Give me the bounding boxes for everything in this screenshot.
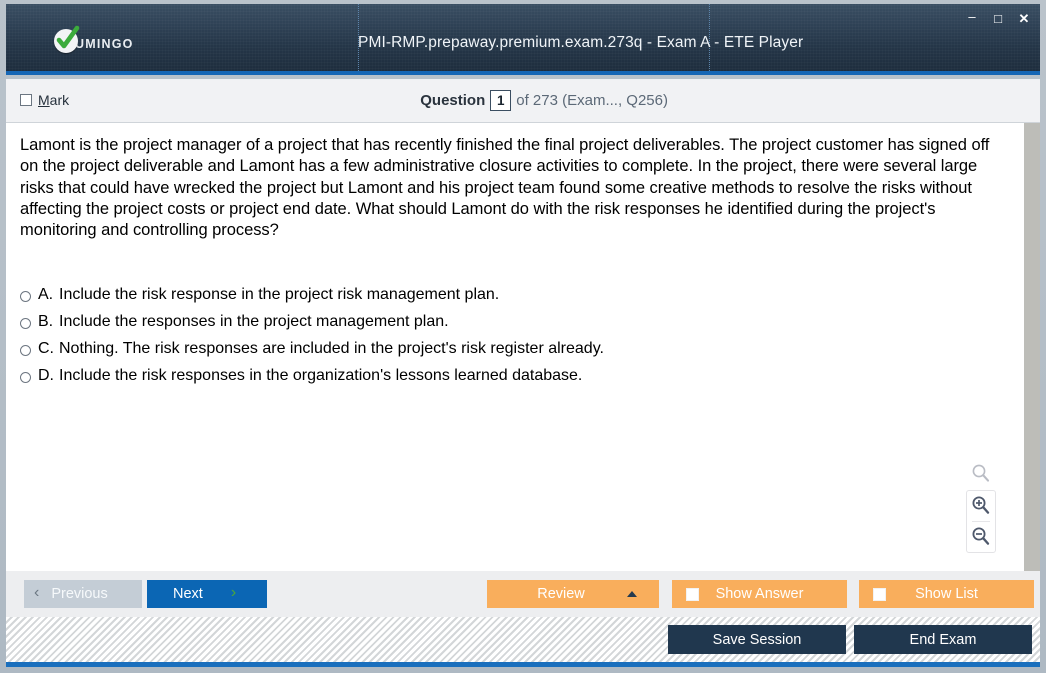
question-header-bar: Mark Question 1 of 273 (Exam..., Q256) — [6, 79, 1040, 123]
question-text: Lamont is the project manager of a proje… — [20, 136, 990, 240]
zoom-in-icon[interactable] — [967, 491, 995, 521]
ete-player-window: UMINGO PMI-RMP.prepaway.premium.exam.273… — [0, 0, 1046, 673]
answer-option-b[interactable]: B. Include the responses in the project … — [20, 313, 980, 340]
minimize-icon[interactable]: – — [964, 8, 980, 29]
answer-option-d[interactable]: D. Include the risk responses in the org… — [20, 367, 980, 394]
chevron-up-icon — [627, 591, 637, 597]
radio-icon[interactable] — [20, 318, 31, 329]
answer-options-list: A. Include the risk response in the proj… — [20, 286, 980, 394]
option-text: Include the risk responses in the organi… — [59, 367, 583, 384]
zoom-tools — [964, 461, 998, 553]
window-title: PMI-RMP.prepaway.premium.exam.273q - Exa… — [358, 34, 804, 51]
question-content-area: Lamont is the project manager of a proje… — [6, 123, 1040, 571]
footer-bar: Save Session End Exam — [6, 617, 1040, 667]
chevron-left-icon: ‹ — [34, 584, 40, 601]
question-number-input[interactable]: 1 — [490, 90, 512, 111]
end-exam-button[interactable]: End Exam — [854, 625, 1032, 654]
review-button[interactable]: Review — [487, 580, 659, 608]
close-icon[interactable]: ✕ — [1016, 11, 1032, 27]
zoom-button-group — [966, 490, 996, 553]
show-answer-checkbox[interactable] — [686, 588, 699, 601]
option-text: Include the responses in the project man… — [59, 313, 449, 330]
answer-option-c[interactable]: C. Nothing. The risk responses are inclu… — [20, 340, 980, 367]
radio-icon[interactable] — [20, 372, 31, 383]
app-logo-text: UMINGO — [75, 36, 134, 51]
option-text: Include the risk response in the project… — [59, 286, 500, 303]
window-controls: – □ ✕ — [964, 8, 1032, 29]
answer-option-a[interactable]: A. Include the risk response in the proj… — [20, 286, 980, 313]
option-key: B. — [38, 313, 54, 330]
navigation-toolbar: ‹ Previous Next › Review Show Answer Sho… — [6, 571, 1040, 617]
title-bar: UMINGO PMI-RMP.prepaway.premium.exam.273… — [6, 4, 1040, 75]
option-key: A. — [38, 286, 54, 303]
content-scrollbar[interactable] — [1024, 123, 1040, 571]
show-answer-label: Show Answer — [715, 586, 804, 602]
show-list-button[interactable]: Show List — [859, 580, 1034, 608]
show-answer-button[interactable]: Show Answer — [672, 580, 847, 608]
option-key: D. — [38, 367, 54, 384]
next-button-label: Next — [173, 586, 203, 602]
previous-button[interactable]: ‹ Previous — [24, 580, 142, 608]
previous-button-label: Previous — [51, 586, 108, 602]
question-counter-rest: of 273 (Exam..., Q256) — [516, 92, 668, 109]
save-session-button[interactable]: Save Session — [668, 625, 846, 654]
option-text: Nothing. The risk responses are included… — [59, 340, 604, 357]
radio-icon[interactable] — [20, 345, 31, 356]
radio-icon[interactable] — [20, 291, 31, 302]
maximize-icon[interactable]: □ — [990, 11, 1006, 27]
option-key: C. — [38, 340, 54, 357]
show-list-checkbox[interactable] — [873, 588, 886, 601]
app-logo: UMINGO — [54, 25, 134, 54]
question-counter-label: Question — [420, 92, 486, 109]
next-button[interactable]: Next › — [147, 580, 267, 608]
zoom-out-icon[interactable] — [967, 522, 995, 552]
chevron-right-icon: › — [230, 584, 237, 601]
show-list-label: Show List — [915, 586, 978, 602]
magnifier-icon[interactable] — [967, 461, 995, 487]
vumingo-check-icon — [54, 25, 80, 53]
question-counter: Question 1 of 273 (Exam..., Q256) — [6, 90, 668, 111]
